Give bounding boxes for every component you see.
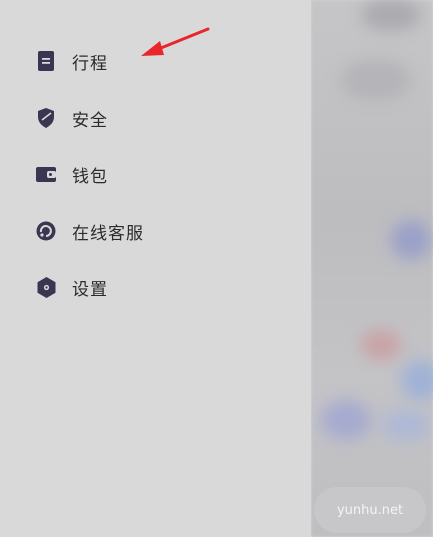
menu-item-settings[interactable]: 设置 xyxy=(36,272,108,302)
menu-item-label: 在线客服 xyxy=(72,223,144,244)
headset-icon xyxy=(36,221,56,241)
shield-icon xyxy=(36,108,56,128)
watermark-text: yunhu.net xyxy=(336,502,404,518)
menu-item-label: 安全 xyxy=(72,110,108,131)
document-icon xyxy=(36,51,56,71)
menu-item-trip[interactable]: 行程 xyxy=(36,46,108,76)
menu-item-wallet[interactable]: 钱包 xyxy=(36,159,108,189)
menu-item-online-service[interactable]: 在线客服 xyxy=(36,216,144,246)
menu-item-label: 钱包 xyxy=(72,166,108,187)
menu-item-label: 设置 xyxy=(72,279,108,300)
menu-item-label: 行程 xyxy=(72,53,108,74)
wallet-icon xyxy=(36,164,56,184)
side-drawer: 行程 安全 钱包 在线客服 设置 xyxy=(0,0,311,537)
menu-item-safety[interactable]: 安全 xyxy=(36,103,108,133)
watermark: yunhu.net xyxy=(314,487,426,533)
red-arrow-annotation xyxy=(141,27,210,56)
screen: 行程 安全 钱包 在线客服 设置 yunhu.net xyxy=(0,0,433,537)
gear-icon xyxy=(36,276,56,298)
blurred-background[interactable] xyxy=(311,0,433,537)
